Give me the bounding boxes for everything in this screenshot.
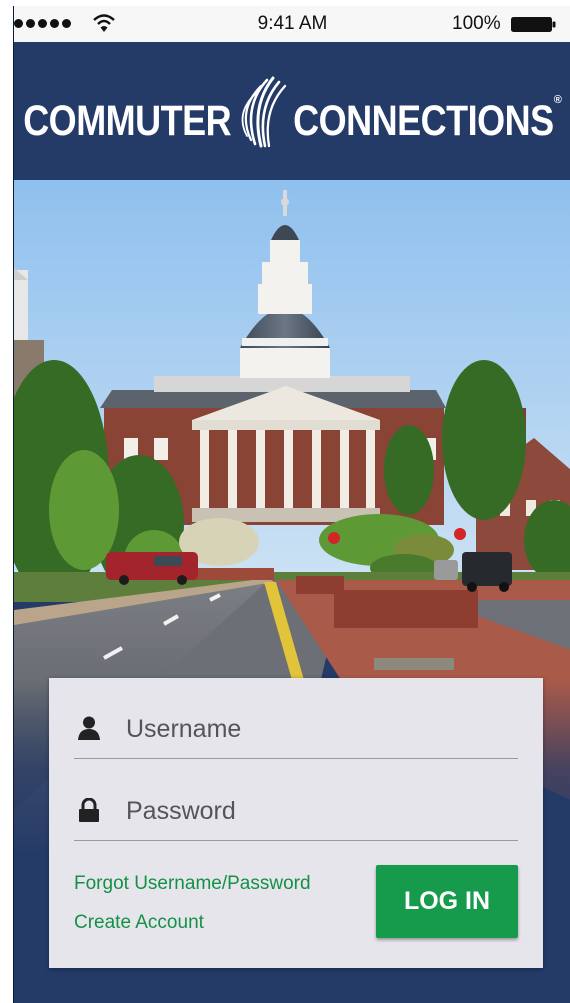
password-input[interactable] [124,790,508,832]
logo-right-word: CONNECTIONS [293,96,554,145]
lock-icon [79,798,99,822]
login-button[interactable]: LOG IN [376,865,518,938]
login-card: Forgot Username/Password Create Account … [49,678,543,968]
commuter-connections-logo: COMMUTER CONNECTIONS® [14,76,570,148]
phone-screen: 9:41 AM 100% COMMUTER CONNECTIONS® Usern… [13,6,570,1003]
app-header: COMMUTER CONNECTIONS® [14,42,570,180]
battery-icon [511,17,556,32]
forgot-credentials-link[interactable]: Forgot Username/Password [74,873,311,895]
username-input[interactable] [124,708,508,750]
logo-left-word: COMMUTER [23,96,232,145]
logo-swoosh-icon [241,76,287,148]
create-account-link[interactable]: Create Account [74,912,204,934]
registered-mark: ® [553,94,562,106]
status-bar: 9:41 AM 100% [14,6,570,42]
battery-percentage: 100% [452,13,501,34]
user-icon [78,716,100,740]
username-field[interactable] [74,678,518,759]
password-field[interactable] [74,760,518,841]
